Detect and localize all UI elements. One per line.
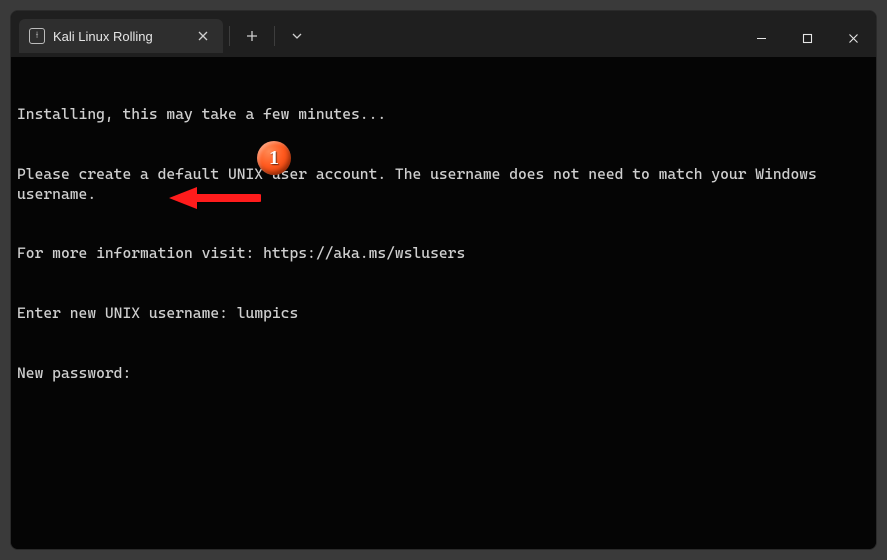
password-prompt-label: New password: [17, 364, 140, 382]
title-bar: ⟊ Kali Linux Rolling [11, 11, 876, 57]
username-prompt-value: lumpics [237, 304, 299, 322]
terminal-line: Please create a default UNIX user accoun… [17, 165, 870, 205]
tab-close-button[interactable] [193, 26, 213, 46]
username-prompt-label: Enter new UNIX username: [17, 304, 237, 322]
tab-dropdown-button[interactable] [281, 22, 313, 50]
maximize-button[interactable] [784, 21, 830, 55]
terminal-line: For more information visit: https://aka.… [17, 244, 870, 264]
tab-title: Kali Linux Rolling [53, 29, 153, 44]
minimize-button[interactable] [738, 21, 784, 55]
new-tab-button[interactable] [236, 22, 268, 50]
tab-kali[interactable]: ⟊ Kali Linux Rolling [19, 19, 223, 53]
kali-icon: ⟊ [29, 28, 45, 44]
terminal-area[interactable]: Installing, this may take a few minutes.… [11, 57, 876, 549]
close-window-button[interactable] [830, 21, 876, 55]
terminal-line: New password: [17, 364, 870, 384]
terminal-line: Enter new UNIX username: lumpics [17, 304, 870, 324]
tab-separator [229, 26, 230, 46]
terminal-line: Installing, this may take a few minutes.… [17, 105, 870, 125]
terminal-window: ⟊ Kali Linux Rolling [10, 10, 877, 550]
tab-separator [274, 26, 275, 46]
